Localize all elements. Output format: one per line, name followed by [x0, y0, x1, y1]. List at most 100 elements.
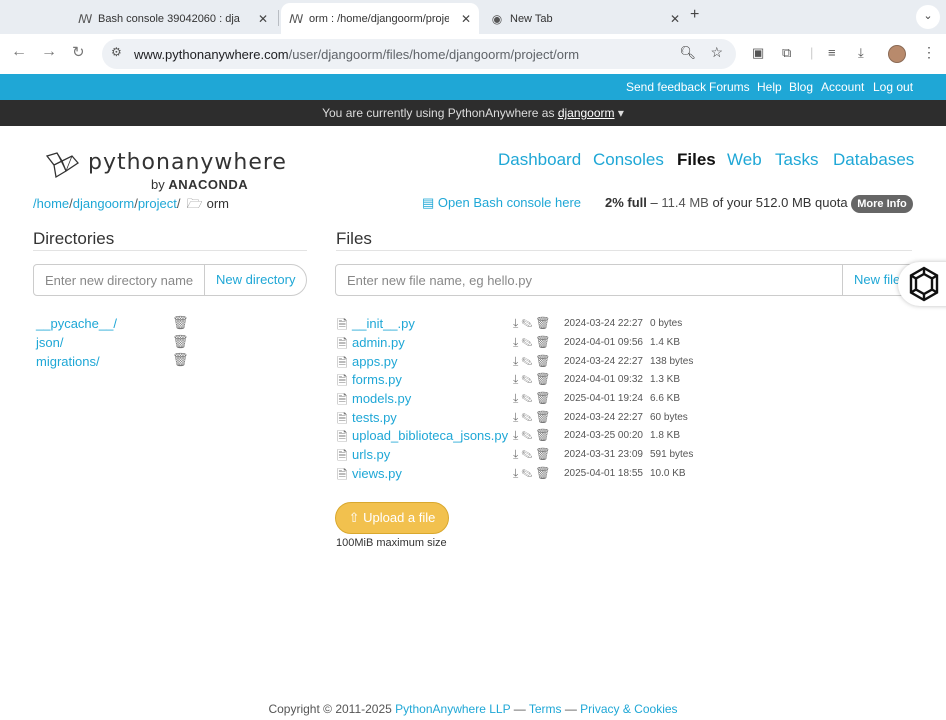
file-link[interactable]: forms.py: [352, 372, 402, 387]
breadcrumb-home[interactable]: /home: [33, 196, 69, 211]
delete-trash-icon[interactable]: 🗑︎: [172, 352, 189, 368]
breadcrumb-current: orm: [206, 196, 229, 211]
browser-tab-orm-files[interactable]: ꟿ orm : /home/djangoorm/proje ✕: [281, 3, 479, 34]
nav-tasks[interactable]: Tasks: [775, 150, 818, 170]
nav-files[interactable]: Files: [677, 150, 716, 170]
delete-trash-icon[interactable]: 🗑︎: [535, 428, 553, 442]
file-link[interactable]: views.py: [352, 466, 402, 481]
file-link[interactable]: models.py: [352, 391, 411, 406]
file-link[interactable]: admin.py: [352, 335, 405, 350]
delete-trash-icon[interactable]: 🗑︎: [535, 466, 553, 480]
terms-link[interactable]: Terms: [529, 702, 562, 716]
assistant-launcher-button[interactable]: [898, 262, 946, 306]
tab-search-button[interactable]: ⌄: [916, 5, 940, 29]
logo-wordmark[interactable]: pythonanywhere: [88, 150, 287, 175]
directory-item[interactable]: json/: [36, 335, 63, 350]
edit-icon[interactable]: ✎: [521, 335, 535, 349]
file-row: 🗎 admin.py ⤓✎🗑︎ 2024-04-01 09:56 1.4 KB: [337, 335, 897, 353]
browser-tab-bar: ꟿ Bash console 39042060 : dja ✕ ꟿ orm : …: [0, 0, 946, 34]
account-link[interactable]: Account: [821, 80, 864, 94]
delete-trash-icon[interactable]: 🗑︎: [172, 315, 189, 331]
browser-tab-new-tab[interactable]: ◉ New Tab ✕: [490, 3, 688, 34]
bookmark-star-icon[interactable]: ☆: [710, 44, 723, 61]
privacy-cookies-link[interactable]: Privacy & Cookies: [580, 702, 677, 716]
close-tab-icon[interactable]: ✕: [670, 12, 680, 26]
profile-avatar[interactable]: [888, 45, 906, 63]
directory-item[interactable]: __pycache__/: [36, 316, 117, 331]
browser-tab-bash-console[interactable]: ꟿ Bash console 39042060 : dja ✕: [78, 3, 276, 34]
breadcrumb-project[interactable]: project: [138, 196, 177, 211]
breadcrumb-djangoorm[interactable]: djangoorm: [73, 196, 134, 211]
edit-icon[interactable]: ✎: [521, 447, 535, 461]
new-directory-button[interactable]: New directory: [204, 265, 306, 295]
nav-dashboard[interactable]: Dashboard: [498, 150, 581, 170]
more-info-button[interactable]: More Info: [851, 195, 913, 213]
delete-trash-icon[interactable]: 🗑︎: [535, 316, 553, 330]
edit-icon[interactable]: ✎: [521, 316, 535, 330]
delete-trash-icon[interactable]: 🗑︎: [535, 372, 553, 386]
file-size: 1.8 KB: [650, 430, 681, 441]
upload-file-button[interactable]: ⇧ Upload a file: [335, 502, 449, 534]
file-size: 6.6 KB: [650, 393, 681, 404]
edit-icon[interactable]: ✎: [521, 428, 535, 442]
url-text[interactable]: www.pythonanywhere.com/user/djangoorm/fi…: [134, 47, 579, 62]
nav-databases[interactable]: Databases: [833, 150, 914, 170]
logo-by-anaconda: by ANACONDA: [151, 177, 249, 192]
back-arrow-icon[interactable]: ←: [11, 43, 27, 61]
blog-link[interactable]: Blog: [789, 80, 813, 94]
username-dropdown[interactable]: djangoorm: [558, 106, 615, 120]
log-out-link[interactable]: Log out: [873, 80, 913, 94]
screen-cast-icon[interactable]: ▣: [752, 45, 764, 61]
caret-down-icon[interactable]: ▾: [618, 106, 624, 120]
file-link[interactable]: upload_biblioteca_jsons.py: [352, 428, 508, 443]
delete-trash-icon[interactable]: 🗑︎: [535, 447, 553, 461]
nav-consoles[interactable]: Consoles: [593, 150, 664, 170]
site-info-icon[interactable]: ⚙: [111, 45, 122, 59]
delete-trash-icon[interactable]: 🗑︎: [535, 391, 553, 405]
delete-trash-icon[interactable]: 🗑︎: [535, 335, 553, 349]
file-link[interactable]: apps.py: [352, 354, 398, 369]
pythonanywhere-logo-icon[interactable]: [44, 151, 82, 179]
breadcrumb: /home/djangoorm/project/🗁 orm: [33, 196, 229, 211]
reading-list-icon[interactable]: ≡: [828, 45, 836, 60]
new-directory-input[interactable]: [34, 265, 204, 295]
file-link[interactable]: urls.py: [352, 447, 390, 462]
zoom-icon[interactable]: 🔍︎: [679, 45, 696, 61]
file-actions: ⤓✎🗑︎: [513, 335, 553, 350]
edit-icon[interactable]: ✎: [521, 354, 535, 368]
file-link[interactable]: tests.py: [352, 410, 397, 425]
delete-trash-icon[interactable]: 🗑︎: [172, 334, 189, 350]
extensions-puzzle-icon[interactable]: ⧉: [782, 45, 791, 61]
file-size: 138 bytes: [650, 356, 694, 367]
open-bash-console-link[interactable]: ▤ Open Bash console here: [422, 195, 581, 211]
edit-icon[interactable]: ✎: [521, 391, 535, 405]
address-bar[interactable]: ⚙ www.pythonanywhere.com/user/djangoorm/…: [102, 39, 736, 69]
file-date: 2024-04-01 09:56: [564, 337, 643, 348]
delete-trash-icon[interactable]: 🗑︎: [535, 410, 553, 424]
close-tab-icon[interactable]: ✕: [258, 12, 268, 26]
forums-link[interactable]: Forums: [709, 80, 750, 94]
copyright-text: Copyright © 2011-2025: [268, 702, 392, 716]
new-file-input[interactable]: [336, 265, 842, 295]
directory-item[interactable]: migrations/: [36, 354, 100, 369]
file-size: 10.0 KB: [650, 468, 686, 479]
tab-title: orm : /home/djangoorm/proje: [309, 12, 449, 25]
file-date: 2024-03-24 22:27: [564, 356, 643, 367]
send-feedback-link[interactable]: Send feedback: [626, 80, 706, 94]
forward-arrow-icon[interactable]: →: [41, 43, 57, 61]
nav-web[interactable]: Web: [727, 150, 762, 170]
company-link[interactable]: PythonAnywhere LLP: [395, 702, 510, 716]
edit-icon[interactable]: ✎: [521, 466, 535, 480]
edit-icon[interactable]: ✎: [521, 372, 535, 386]
edit-icon[interactable]: ✎: [521, 410, 535, 424]
file-row: 🗎 __init__.py ⤓✎🗑︎ 2024-03-24 22:27 0 by…: [337, 316, 897, 334]
delete-trash-icon[interactable]: 🗑︎: [535, 354, 553, 368]
reload-icon[interactable]: ↻: [72, 43, 85, 61]
download-icon[interactable]: ⤓: [858, 45, 864, 61]
browser-menu-icon[interactable]: ⋮: [922, 44, 936, 61]
close-tab-icon[interactable]: ✕: [461, 12, 471, 26]
help-link[interactable]: Help: [757, 80, 782, 94]
file-link[interactable]: __init__.py: [352, 316, 415, 331]
new-tab-button[interactable]: +: [690, 6, 699, 24]
file-icon: 🗎: [337, 467, 348, 482]
